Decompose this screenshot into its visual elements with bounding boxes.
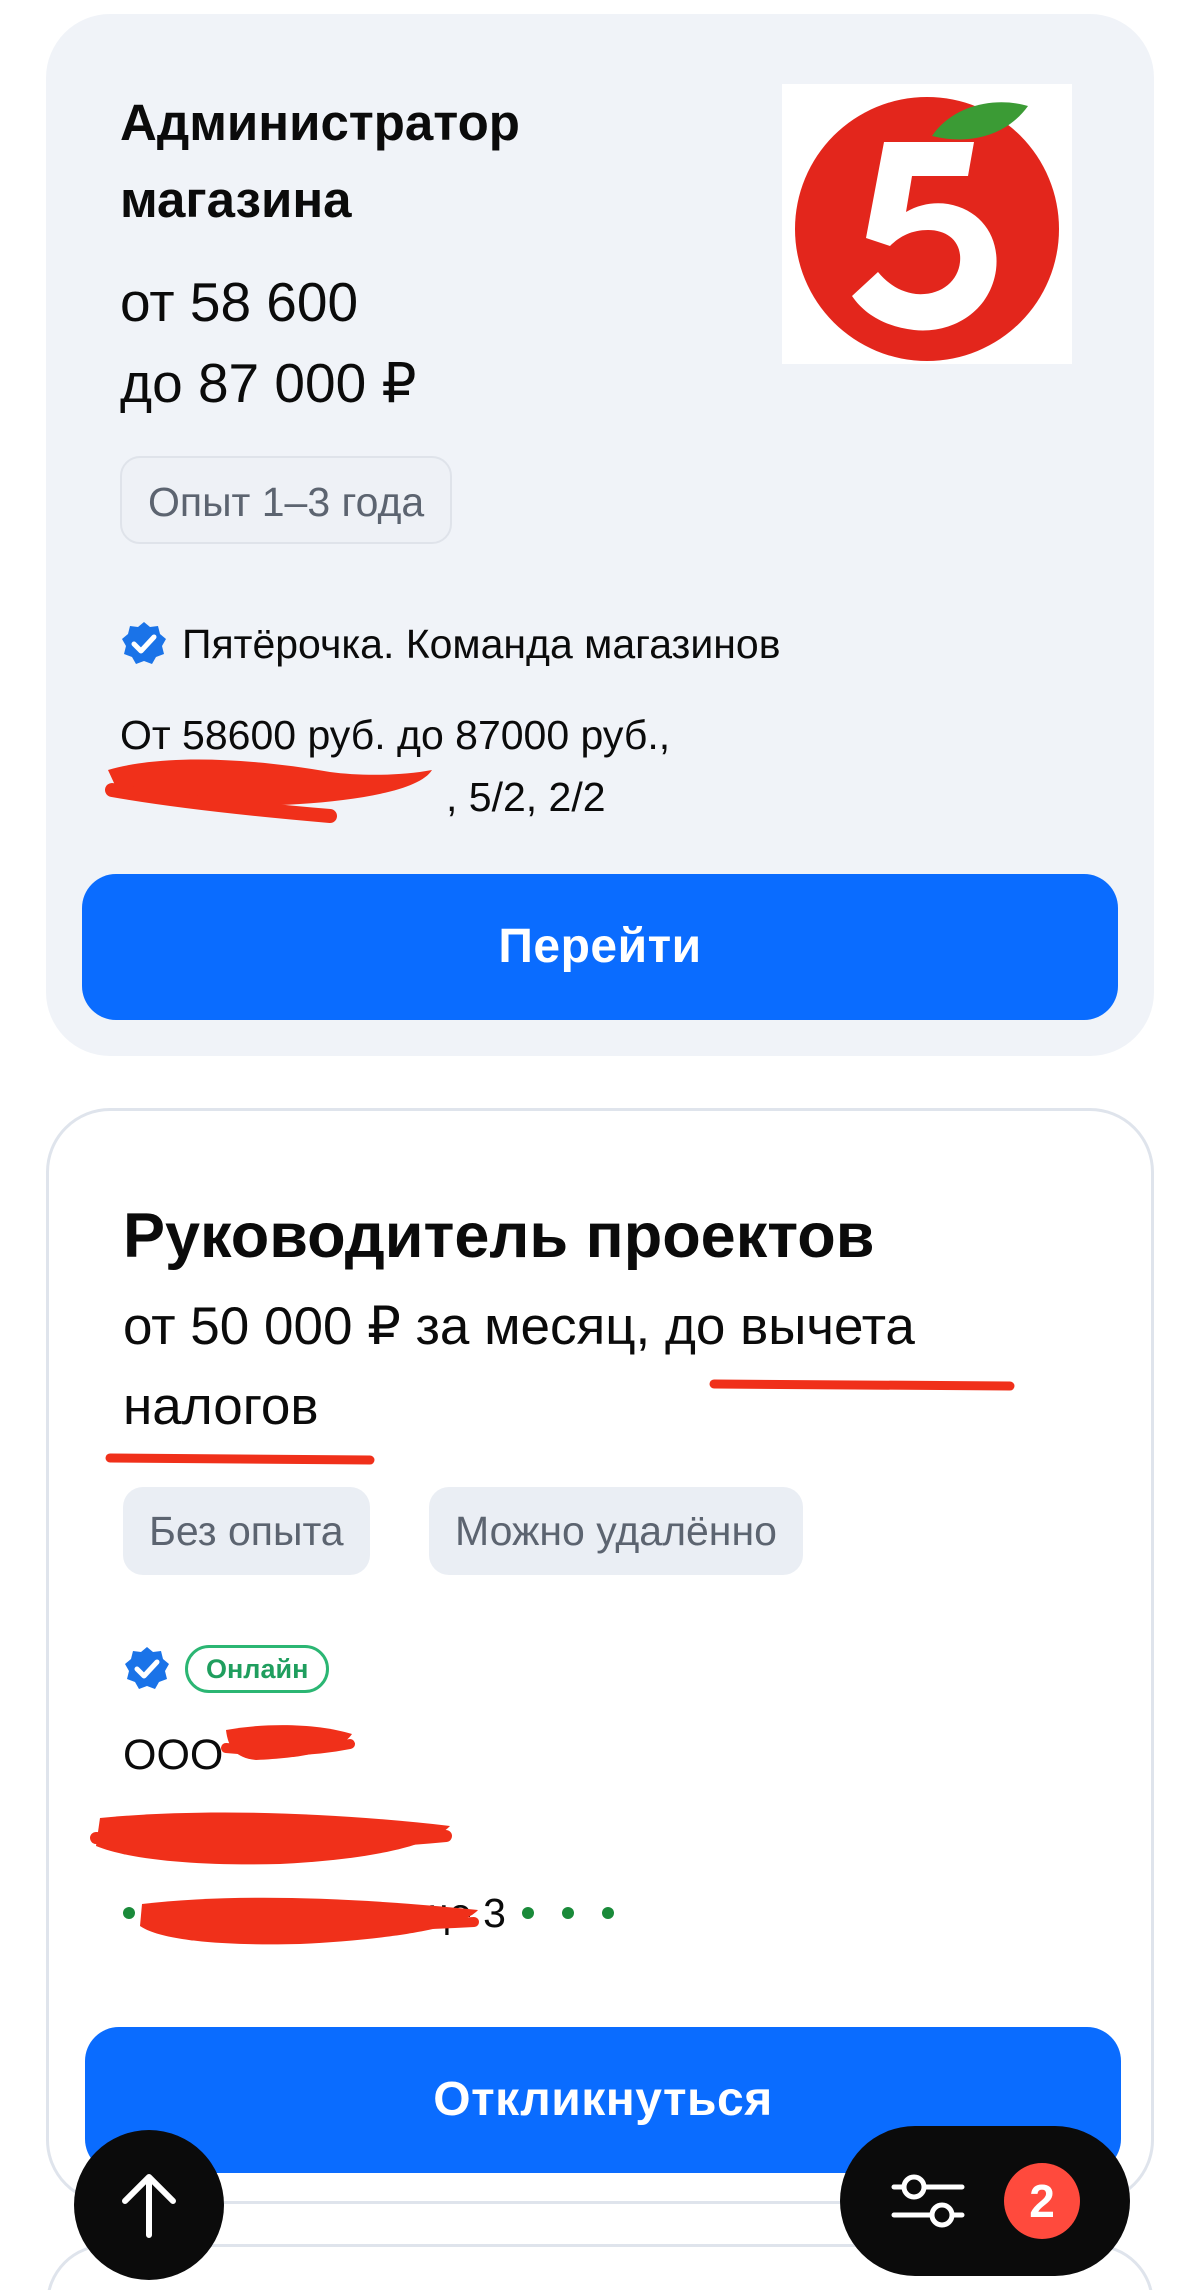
company-name[interactable]: ООО bbox=[123, 1723, 223, 1787]
verified-badge-icon bbox=[125, 1647, 169, 1689]
metro-stations: я и еще 3 bbox=[123, 1883, 614, 1943]
description-line-2: , 5/2, 2/2 bbox=[446, 774, 606, 820]
company-badges: Онлайн bbox=[123, 1645, 330, 1693]
salary-to: до 87 000 ₽ bbox=[120, 352, 417, 414]
filters-button[interactable]: 2 bbox=[840, 2126, 1130, 2276]
filter-count-badge: 2 bbox=[1004, 2163, 1080, 2239]
experience-tag: Без опыта bbox=[123, 1487, 370, 1575]
vacancy-salary: от 50 000 ₽ за месяц, до вычета налогов bbox=[123, 1297, 915, 1436]
company-name-text: Пятёрочка. Команда магазинов bbox=[182, 621, 781, 667]
vacancy-card-project-manager[interactable]: Руководитель проектов от 50 000 ₽ за мес… bbox=[46, 1108, 1154, 2204]
vacancy-salary: от 58 600 до 87 000 ₽ bbox=[120, 262, 416, 424]
vacancy-card-administrator[interactable]: Администратор магазина от 58 600 до 87 0… bbox=[46, 14, 1154, 1056]
vacancy-feed: Администратор магазина от 58 600 до 87 0… bbox=[0, 0, 1200, 2290]
verified-badge-icon bbox=[122, 622, 166, 664]
sliders-icon bbox=[891, 2174, 965, 2228]
description-line-1: От 58600 руб. до 87000 руб., bbox=[120, 712, 671, 758]
salary-from: от 58 600 bbox=[120, 271, 359, 333]
metro-dot-icon bbox=[123, 1907, 135, 1919]
remote-tag: Можно удалённо bbox=[429, 1487, 803, 1575]
metro-name: я и еще 3 bbox=[325, 1890, 506, 1936]
pyaterochka-logo-icon bbox=[782, 84, 1072, 364]
arrow-up-icon bbox=[122, 2174, 176, 2238]
vacancy-title[interactable]: Администратор магазина bbox=[120, 84, 680, 238]
vacancy-title[interactable]: Руководитель проектов bbox=[123, 1191, 874, 1281]
company-name[interactable]: Пятёрочка. Команда магазинов bbox=[120, 614, 780, 674]
online-badge: Онлайн bbox=[185, 1645, 330, 1693]
scroll-up-button[interactable] bbox=[74, 2130, 224, 2280]
vacancy-description: От 58600 руб. до 87000 руб., , 5/2, 2/2 bbox=[120, 704, 1020, 828]
metro-more-dots-icon bbox=[521, 1907, 614, 1919]
experience-tag: Опыт 1–3 года bbox=[120, 456, 453, 544]
go-button[interactable]: Перейти bbox=[82, 874, 1118, 1020]
